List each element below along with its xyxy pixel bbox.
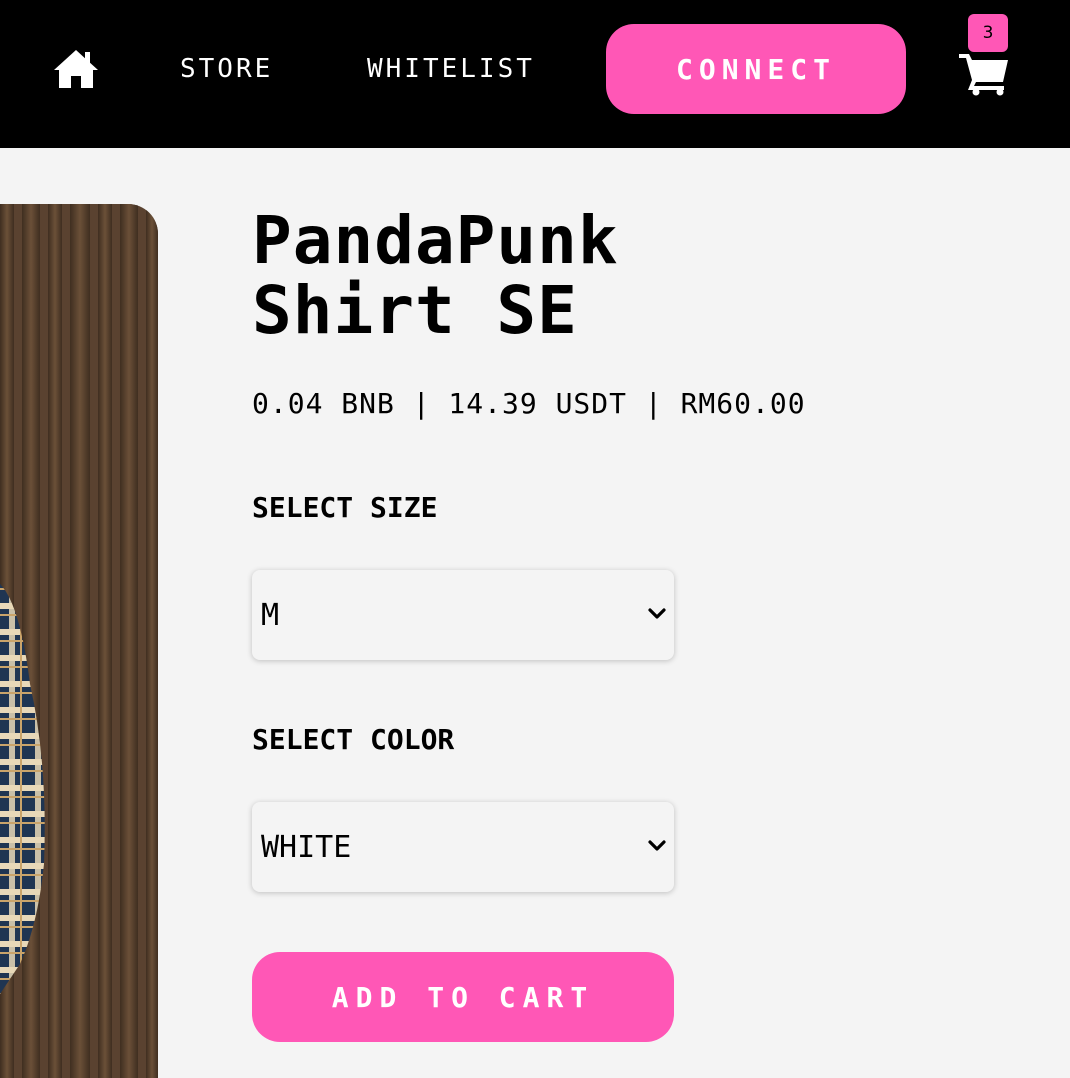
color-select-value: WHITE [261,830,352,865]
nav-link-whitelist[interactable]: WHITELIST [367,52,535,86]
nav-link-store[interactable]: STORE [180,52,273,86]
product-photo-graphic [0,204,158,1078]
size-select-value: M [261,598,280,633]
product-title-line-2: Shirt SE [252,272,578,349]
add-to-cart-button[interactable]: ADD TO CART [252,952,674,1042]
product-title: PandaPunk Shirt SE [252,206,812,346]
color-select[interactable]: WHITE [252,802,674,892]
cart-button[interactable]: 3 [958,14,1018,96]
size-select[interactable]: M [252,570,674,660]
top-navigation-bar: STORE WHITELIST CONNECT 3 [0,0,1070,148]
product-price: 0.04 BNB | 14.39 USDT | RM60.00 [252,387,806,420]
select-size-label: SELECT SIZE [252,491,438,524]
shopping-cart-icon [959,54,1008,96]
home-icon[interactable] [52,48,100,90]
product-title-line-1: PandaPunk [252,202,619,279]
cart-count-badge: 3 [968,14,1008,52]
chevron-down-icon [648,840,666,851]
chevron-down-icon [648,608,666,619]
connect-button[interactable]: CONNECT [606,24,906,114]
select-color-label: SELECT COLOR [252,723,455,756]
product-photo [0,204,158,1078]
